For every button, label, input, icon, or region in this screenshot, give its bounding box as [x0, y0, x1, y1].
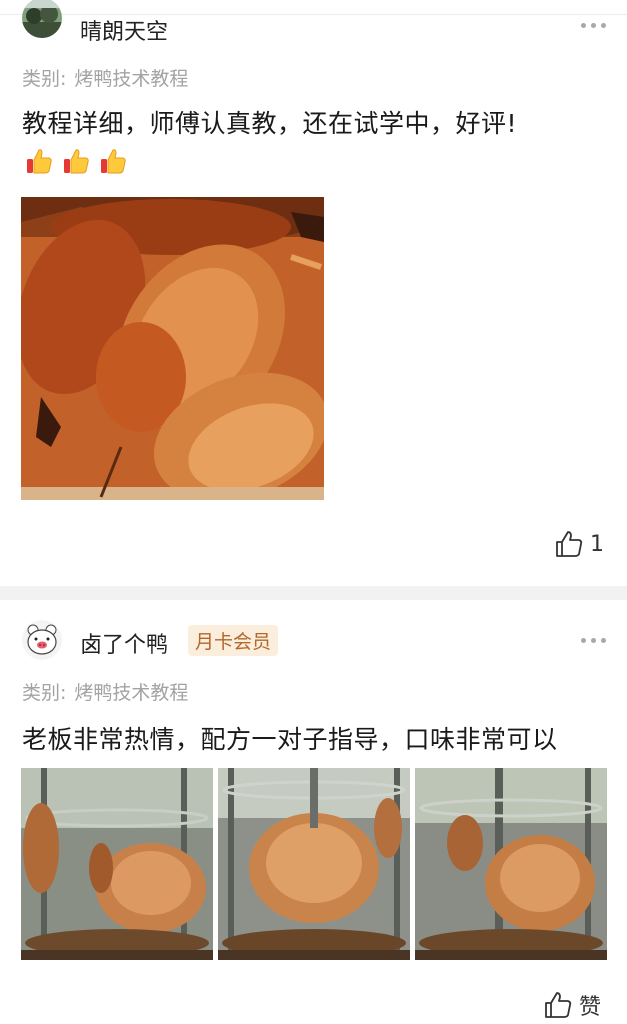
thumbs-up-emoji-icon	[24, 146, 54, 176]
member-badge: 月卡会员	[188, 625, 279, 656]
category-value: 烤鸭技术教程	[74, 68, 189, 90]
review-card-2: 卤了个鸭 月卡会员 类别: 烤鸭技术教程 老板非常热情，配方一对子指导，口味非常可…	[0, 600, 627, 1024]
review-text: 老板非常热情，配方一对子指导，口味非常可以	[22, 725, 558, 754]
thumbs-up-icon	[545, 992, 572, 1018]
category-label: 类别:	[22, 68, 67, 90]
avatar[interactable]	[22, 620, 62, 660]
review-photo-duck-oven-2[interactable]	[218, 768, 410, 960]
review-text: 教程详细，师傅认真教，还在试学中，好评!	[22, 109, 518, 138]
like-button[interactable]: 1	[554, 529, 604, 559]
review-card-1: 晴朗天空 类别: 烤鸭技术教程 教程详细，师傅认真教，还在试学中，好评! 1	[0, 0, 627, 586]
like-label: 赞	[579, 995, 602, 1020]
category: 类别: 烤鸭技术教程	[22, 678, 188, 705]
username[interactable]: 晴朗天空	[80, 14, 168, 46]
thumbs-up-emoji-icon	[61, 146, 91, 176]
thumbs-up-emoji-icon	[98, 146, 128, 176]
category-value: 烤鸭技术教程	[74, 682, 189, 704]
section-divider	[0, 586, 627, 600]
pig-avatar-image	[22, 620, 62, 660]
review-photo-duck-oven-1[interactable]	[21, 768, 213, 960]
more-options-icon[interactable]	[581, 637, 607, 645]
category: 类别: 烤鸭技术教程	[22, 64, 188, 91]
review-photo-duck-oven-3[interactable]	[415, 768, 607, 960]
avatar[interactable]	[22, 0, 62, 38]
review-photo-roast-duck[interactable]	[21, 197, 324, 500]
more-options-icon[interactable]	[581, 22, 607, 30]
category-label: 类别:	[22, 682, 67, 704]
username[interactable]: 卤了个鸭	[80, 627, 168, 659]
like-count: 1	[590, 531, 604, 557]
thumbs-up-icon	[556, 531, 583, 557]
avatar-image	[22, 0, 62, 38]
like-button[interactable]: 赞	[543, 989, 601, 1021]
